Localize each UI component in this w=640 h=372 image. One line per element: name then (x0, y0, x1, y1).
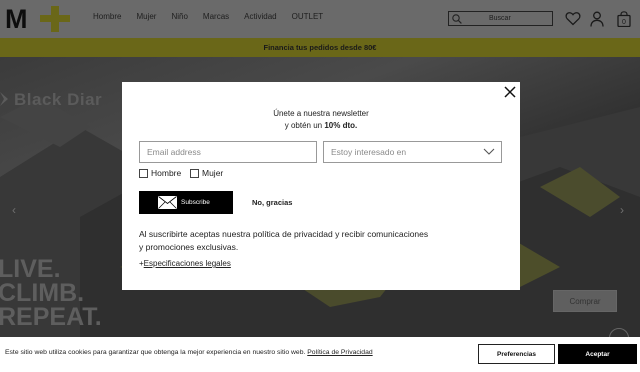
svg-text:M: M (5, 6, 28, 32)
checkbox-mujer[interactable]: Mujer (190, 168, 223, 178)
slogan-line: REPEAT. (0, 303, 102, 331)
privacy-line: y promociones exclusivas. (139, 241, 239, 252)
promo-text: Financia tus pedidos desde 80€ (263, 43, 377, 52)
user-icon[interactable] (590, 11, 604, 27)
brand-diamond-icon (0, 92, 8, 106)
checkbox-hombre[interactable]: Hombre (139, 168, 181, 178)
nav-marcas[interactable]: Marcas (203, 12, 229, 21)
nav-mujer[interactable]: Mujer (136, 12, 156, 21)
email-field[interactable]: Email address (139, 141, 317, 163)
search-input[interactable]: Buscar (448, 11, 553, 26)
nav-nino[interactable]: Niño (171, 12, 187, 21)
cookie-message: Este sitio web utiliza cookies para gara… (5, 349, 373, 356)
legal-specs-link[interactable]: Especificaciones legales (144, 259, 231, 268)
cookie-preferences-button[interactable]: Preferencias (478, 344, 555, 364)
hero-brand-text: Black Diar (14, 90, 103, 109)
nav-outlet[interactable]: OUTLET (292, 12, 324, 21)
newsletter-title-line1: Únete a nuestra newsletter (273, 109, 369, 118)
interest-select[interactable]: Estoy interesado en (323, 141, 502, 163)
subscribe-button[interactable]: Subscribe (139, 191, 233, 214)
bag-icon[interactable]: 0 (617, 11, 631, 27)
newsletter-modal: Únete a nuestra newsletter y obtén un 10… (122, 82, 520, 290)
interest-placeholder: Estoy interesado en (331, 147, 407, 157)
subscribe-label: Subscribe (181, 199, 210, 206)
slogan-line: LIVE. (0, 255, 61, 283)
privacy-notice: Al suscribirte aceptas nuestra política … (139, 228, 499, 253)
main-nav: Hombre Mujer Niño Marcas Actividad OUTLE… (93, 12, 338, 21)
slogan-line: CLIMB. (0, 279, 85, 307)
nav-actividad[interactable]: Actividad (244, 12, 276, 21)
legal-specs: +Especificaciones legales (139, 259, 231, 268)
brand-logo[interactable]: M (5, 6, 71, 32)
search-placeholder: Buscar (489, 15, 511, 22)
email-placeholder: Email address (147, 147, 201, 157)
carousel-prev-button[interactable]: ‹ (12, 203, 16, 217)
shop-now-button[interactable]: Comprar (553, 290, 617, 312)
cart-count: 0 (622, 19, 626, 26)
checkbox-label: Hombre (151, 168, 182, 178)
cookie-accept-button[interactable]: Aceptar (558, 344, 637, 364)
nav-hombre[interactable]: Hombre (93, 12, 121, 21)
newsletter-discount: 10% dto. (324, 121, 358, 130)
privacy-policy-link[interactable]: Política de Privacidad (307, 349, 372, 356)
newsletter-title-line2: y obtén un 10% dto. (122, 120, 520, 132)
search-icon (452, 13, 462, 24)
checkbox-box[interactable] (139, 168, 148, 178)
cookie-text: Este sitio web utiliza cookies para gara… (5, 349, 308, 356)
cookie-banner: Este sitio web utiliza cookies para gara… (0, 337, 640, 372)
heart-icon[interactable] (565, 11, 581, 26)
newsletter-title-prefix: y obtén un (284, 121, 325, 130)
privacy-line: Al suscribirte aceptas nuestra política … (139, 229, 429, 239)
envelope-icon (158, 196, 177, 209)
chevron-down-icon (483, 148, 495, 155)
close-icon[interactable] (503, 85, 517, 99)
carousel-next-button[interactable]: › (620, 203, 624, 217)
checkbox-label: Mujer (202, 168, 224, 178)
promo-bar[interactable]: Financia tus pedidos desde 80€ (0, 38, 640, 57)
hero-slogan: LIVE. CLIMB. REPEAT. (0, 255, 102, 331)
no-thanks-link[interactable]: No, gracias (252, 198, 292, 207)
newsletter-title: Únete a nuestra newsletter y obtén un 10… (122, 108, 520, 132)
site-header: M Hombre Mujer Niño Marcas Actividad OUT… (0, 0, 640, 38)
checkbox-box[interactable] (190, 168, 199, 178)
